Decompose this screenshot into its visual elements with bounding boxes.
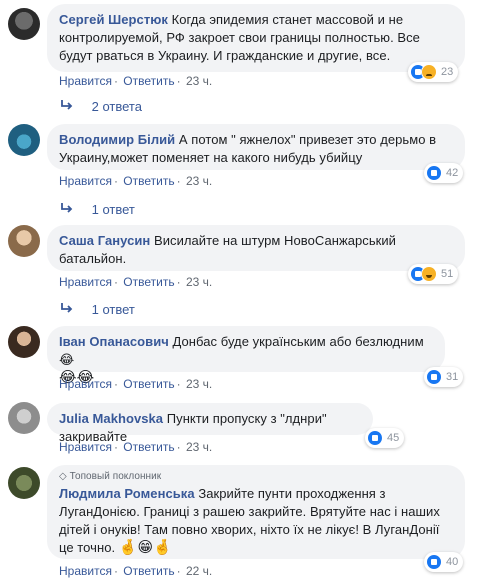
reply-arrow-icon — [61, 100, 73, 110]
replies-count[interactable]: 2 ответа — [92, 99, 142, 114]
reaction-summary[interactable]: 40 — [424, 552, 464, 572]
comment-bubble: Julia Makhovska Пункти пропуску з "лднри… — [47, 403, 373, 444]
timestamp[interactable]: 23 ч. — [186, 174, 212, 188]
comment-bubble: Сергей Шерстюк Когда эпидемия станет мас… — [47, 4, 465, 72]
comment-author[interactable]: Сергей Шерстюк — [59, 12, 168, 27]
like-link[interactable]: Нравится — [59, 564, 112, 578]
comment-bubble: Саша Ганусин Висилайте на штурм НовоСанж… — [47, 225, 465, 271]
view-replies-link[interactable]: 1 ответ — [60, 302, 135, 317]
like-link[interactable]: Нравится — [59, 275, 112, 289]
like-link[interactable]: Нравится — [59, 174, 112, 188]
reaction-summary[interactable]: 23 — [408, 62, 459, 82]
comment-emoji: 🤞😁🤞 — [118, 539, 172, 556]
timestamp[interactable]: 23 ч. — [186, 275, 212, 289]
reaction-count: 51 — [441, 268, 454, 280]
like-icon — [367, 430, 383, 446]
badge-label: Топовый поклонник — [69, 471, 162, 482]
reply-link[interactable]: Ответить — [123, 275, 174, 289]
reply-arrow-icon — [61, 303, 73, 313]
comment-actions: Нравится · Ответить · 23 ч. — [59, 74, 213, 88]
comment-bubble: ◇ Топовый поклонник Людмила Роменська За… — [47, 465, 465, 559]
comment-author[interactable]: Саша Ганусин — [59, 233, 150, 248]
avatar[interactable] — [8, 8, 40, 40]
reaction-summary[interactable]: 42 — [424, 163, 464, 183]
view-replies-link[interactable]: 2 ответа — [60, 99, 142, 114]
comment-bubble: Володимир Білий А потом " яжнелох" приве… — [47, 124, 465, 170]
comment-author[interactable]: Володимир Білий — [59, 132, 175, 147]
reply-link[interactable]: Ответить — [123, 174, 174, 188]
reply-link[interactable]: Ответить — [123, 74, 174, 88]
reply-link[interactable]: Ответить — [123, 564, 174, 578]
like-link[interactable]: Нравится — [59, 440, 112, 454]
like-icon — [426, 165, 442, 181]
like-link[interactable]: Нравится — [59, 377, 112, 391]
comment-actions: Нравится · Ответить · 23 ч. — [59, 174, 213, 188]
comment-actions: Нравится · Ответить · 23 ч. — [59, 440, 213, 454]
top-fan-badge: ◇ Топовый поклонник — [59, 470, 453, 484]
reaction-count: 45 — [387, 432, 400, 444]
avatar[interactable] — [8, 467, 40, 499]
timestamp[interactable]: 23 ч. — [186, 440, 212, 454]
timestamp[interactable]: 23 ч. — [186, 377, 212, 391]
like-icon — [426, 554, 442, 570]
like-link[interactable]: Нравится — [59, 74, 112, 88]
comment-author[interactable]: Іван Опанасович — [59, 334, 169, 349]
diamond-icon: ◇ — [59, 471, 67, 482]
sad-icon — [421, 64, 437, 80]
comment-author[interactable]: Людмила Роменська — [59, 486, 195, 501]
reaction-count: 40 — [446, 556, 459, 568]
view-replies-link[interactable]: 1 ответ — [60, 202, 135, 217]
timestamp[interactable]: 22 ч. — [186, 564, 212, 578]
replies-count[interactable]: 1 ответ — [92, 202, 135, 217]
comment-actions: Нравится · Ответить · 23 ч. — [59, 275, 213, 289]
reply-link[interactable]: Ответить — [123, 377, 174, 391]
avatar[interactable] — [8, 326, 40, 358]
avatar[interactable] — [8, 402, 40, 434]
comment-bubble: Іван Опанасович Донбас буде українським … — [47, 326, 445, 386]
reaction-summary[interactable]: 45 — [365, 428, 405, 448]
like-icon — [426, 369, 442, 385]
reaction-summary[interactable]: 31 — [424, 367, 464, 387]
reaction-count: 42 — [446, 167, 459, 179]
reaction-summary[interactable]: 51 — [408, 264, 459, 284]
avatar[interactable] — [8, 225, 40, 257]
reaction-count: 23 — [441, 66, 454, 78]
comment-author[interactable]: Julia Makhovska — [59, 411, 163, 426]
comment-actions: Нравится · Ответить · 23 ч. — [59, 377, 213, 391]
avatar[interactable] — [8, 124, 40, 156]
reply-link[interactable]: Ответить — [123, 440, 174, 454]
haha-icon — [421, 266, 437, 282]
reaction-count: 31 — [446, 371, 459, 383]
comment-actions: Нравится · Ответить · 22 ч. — [59, 564, 213, 578]
reply-arrow-icon — [61, 203, 73, 213]
timestamp[interactable]: 23 ч. — [186, 74, 212, 88]
replies-count[interactable]: 1 ответ — [92, 302, 135, 317]
